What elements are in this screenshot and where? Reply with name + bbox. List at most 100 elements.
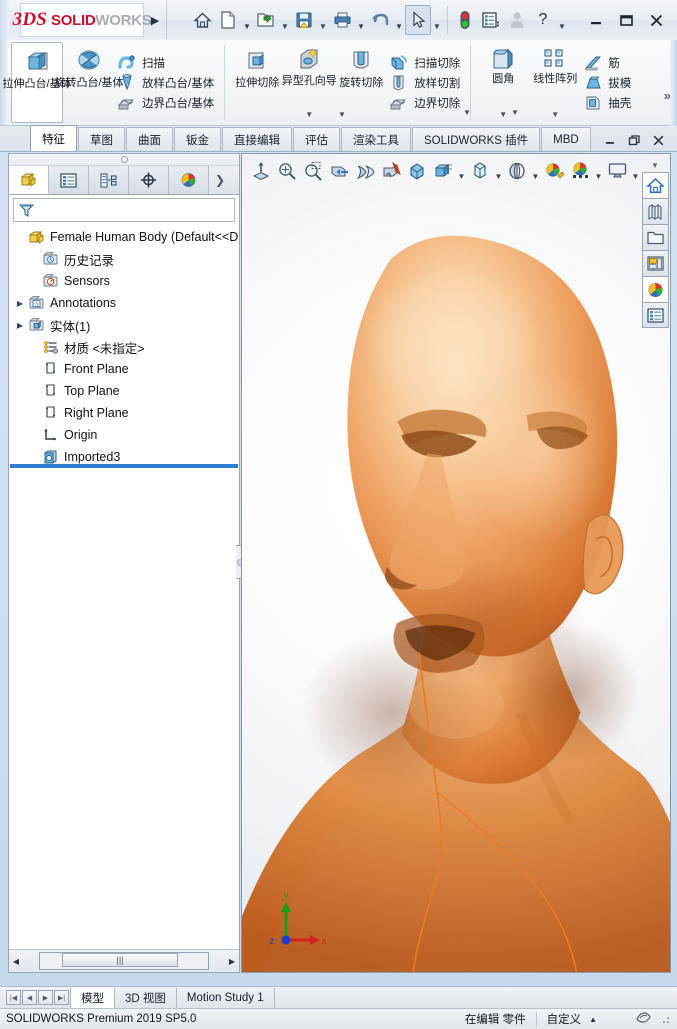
doc-restore-button[interactable] xyxy=(623,129,645,151)
open-document-icon[interactable] xyxy=(253,5,279,35)
next-tab-button[interactable]: ▶ xyxy=(38,990,53,1005)
maximize-button[interactable] xyxy=(611,5,641,35)
help-caret-icon[interactable]: ▼ xyxy=(556,1,568,40)
draft-button[interactable]: 拔模 xyxy=(581,73,635,92)
scroll-left-arrow-icon[interactable]: ◀ xyxy=(9,957,23,966)
resize-grip[interactable] xyxy=(660,1013,671,1025)
prev-tab-button[interactable]: ◀ xyxy=(22,990,37,1005)
rib-button[interactable]: 筋 xyxy=(581,53,635,72)
feature-tree-tab[interactable] xyxy=(9,166,49,194)
overlay-icon[interactable] xyxy=(635,1010,652,1028)
apply-scene-icon[interactable] xyxy=(504,157,530,185)
zoom-to-fit-icon[interactable] xyxy=(248,157,274,185)
display-manager-tab[interactable] xyxy=(169,166,209,194)
female-human-body-model[interactable] xyxy=(242,154,670,972)
new-document-icon[interactable] xyxy=(215,5,241,35)
save-icon[interactable] xyxy=(291,5,317,35)
status-custom-label[interactable]: 自定义 xyxy=(547,1011,582,1027)
fillet-caret-icon[interactable]: ▼ xyxy=(499,110,507,123)
design-library-button[interactable] xyxy=(641,198,669,224)
status-custom-caret-icon[interactable]: ▲ xyxy=(589,1015,597,1024)
appearances-icon[interactable] xyxy=(541,157,567,185)
boundary-cut-button[interactable]: 边界切除 xyxy=(387,93,464,112)
hide-show-caret-icon[interactable]: ▼ xyxy=(456,154,467,189)
tab-solidworks-addins[interactable]: SOLIDWORKS 插件 xyxy=(412,127,541,151)
previous-view-icon[interactable] xyxy=(300,157,326,185)
horizontal-scrollbar[interactable]: ||| xyxy=(39,952,209,970)
tree-item-history[interactable]: 历史记录 xyxy=(13,248,239,270)
save-caret-icon[interactable]: ▼ xyxy=(317,1,329,40)
doc-minimize-button[interactable] xyxy=(599,129,621,151)
tree-item-material[interactable]: 材质 <未指定> xyxy=(13,336,239,358)
minimize-button[interactable] xyxy=(581,5,611,35)
view-palette-button[interactable] xyxy=(641,250,669,276)
shell-button[interactable]: 抽壳 xyxy=(581,93,635,112)
extrude-cut-button[interactable]: 拉伸切除 xyxy=(231,42,283,123)
select-cursor-caret-icon[interactable]: ▼ xyxy=(431,1,443,40)
tab-direct-editing[interactable]: 直接编辑 xyxy=(222,127,292,151)
more-tabs-button[interactable]: ❯ xyxy=(209,166,231,194)
loft-boss-button[interactable]: 放样凸台/基体 xyxy=(115,73,218,92)
fillet-button[interactable]: 圆角 ▼ xyxy=(477,42,529,123)
sweep-button[interactable]: 扫描 xyxy=(115,53,218,72)
revolve-boss-button[interactable]: 旋转凸台/基体 xyxy=(54,42,124,123)
expand-arrow-icon[interactable]: ▶ xyxy=(13,321,27,330)
tab-evaluate[interactable]: 评估 xyxy=(293,127,340,151)
edit-appearance-caret-icon[interactable]: ▼ xyxy=(493,154,504,189)
hole-wizard-button[interactable]: 异型孔向导 ▼ xyxy=(282,42,337,123)
tree-root-item[interactable]: Female Human Body (Default<<D xyxy=(13,226,239,248)
feature-tree-filter[interactable] xyxy=(13,198,235,222)
bottom-tab-model[interactable]: 模型 xyxy=(70,987,115,1008)
apply-scene-caret-icon[interactable]: ▼ xyxy=(530,154,541,189)
boundary-boss-button[interactable]: 边界凸台/基体 xyxy=(115,93,218,112)
graphics-area[interactable]: ▼ ▼ ▼ ▼ ▼ ▼ y x z xyxy=(241,153,671,973)
select-cursor-icon[interactable] xyxy=(405,5,431,35)
tab-render-tools[interactable]: 渲染工具 xyxy=(341,127,411,151)
tree-item-annotations[interactable]: ▶ A Annotations xyxy=(13,292,239,314)
help-icon[interactable]: ? xyxy=(530,5,556,35)
tree-item-right-plane[interactable]: Right Plane xyxy=(13,402,239,424)
tab-sketch[interactable]: 草图 xyxy=(78,127,125,151)
close-button[interactable] xyxy=(641,5,671,35)
scenes-caret-icon[interactable]: ▼ xyxy=(593,154,604,189)
user-account-icon[interactable] xyxy=(504,5,530,35)
last-tab-button[interactable]: ▶| xyxy=(54,990,69,1005)
tab-mbd[interactable]: MBD xyxy=(541,127,591,151)
file-explorer-button[interactable] xyxy=(641,224,669,250)
configuration-manager-tab[interactable] xyxy=(89,166,129,194)
appearances-scenes-button[interactable] xyxy=(641,276,669,302)
tree-item-solid-bodies[interactable]: ▶ 实体(1) xyxy=(13,314,239,336)
menu-expand-button[interactable]: ▶ xyxy=(144,1,167,39)
linear-pattern-dropdown-caret-icon[interactable]: ▼ xyxy=(511,108,519,117)
view-orientation-icon[interactable] xyxy=(352,157,378,185)
open-document-caret-icon[interactable]: ▼ xyxy=(279,1,291,40)
hole-wizard-dropdown-caret-icon[interactable]: ▼ xyxy=(338,110,346,119)
print-caret-icon[interactable]: ▼ xyxy=(355,1,367,40)
feature-tree-scrollbar[interactable]: ◀ ||| ▶ xyxy=(9,949,239,972)
zoom-to-area-icon[interactable] xyxy=(274,157,300,185)
first-tab-button[interactable]: |◀ xyxy=(6,990,21,1005)
linear-pattern-caret-icon[interactable]: ▼ xyxy=(551,110,559,123)
doc-close-button[interactable] xyxy=(647,129,669,151)
hole-wizard-caret-icon[interactable]: ▼ xyxy=(305,110,313,123)
undo-caret-icon[interactable]: ▼ xyxy=(393,1,405,40)
display-style-icon[interactable] xyxy=(404,157,430,185)
fillet-dropdown-caret-icon[interactable]: ▼ xyxy=(463,108,471,117)
custom-properties-button[interactable] xyxy=(641,302,669,328)
bottom-tab-3d-views[interactable]: 3D 视图 xyxy=(115,987,177,1008)
tree-item-origin[interactable]: Origin xyxy=(13,424,239,446)
solidworks-resources-button[interactable] xyxy=(641,172,669,198)
bottom-tab-motion-study[interactable]: Motion Study 1 xyxy=(176,987,275,1008)
hide-show-items-icon[interactable] xyxy=(430,157,456,185)
panel-grip[interactable] xyxy=(9,154,239,166)
tab-sheet-metal[interactable]: 钣金 xyxy=(174,127,221,151)
section-view-icon[interactable] xyxy=(326,157,352,185)
viewport-icon[interactable] xyxy=(604,157,630,185)
dimxpert-manager-tab[interactable] xyxy=(129,166,169,194)
task-pane-caret-icon[interactable]: ▼ xyxy=(651,162,659,170)
expand-arrow-icon[interactable]: ▶ xyxy=(13,299,27,308)
print-icon[interactable] xyxy=(329,5,355,35)
options-icon[interactable] xyxy=(478,5,504,35)
tree-item-sensors[interactable]: Sensors xyxy=(13,270,239,292)
scenes-icon[interactable] xyxy=(567,157,593,185)
